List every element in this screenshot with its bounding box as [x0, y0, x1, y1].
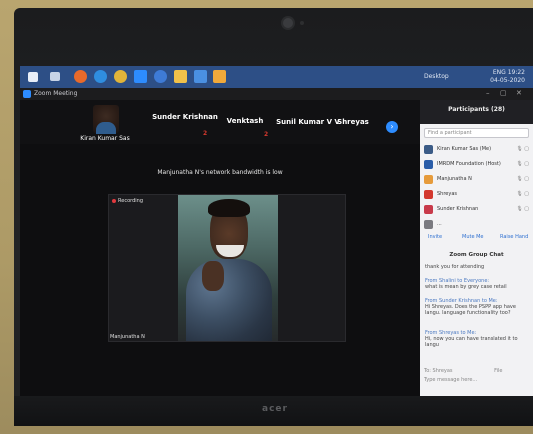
recording-label: Recording: [118, 198, 144, 204]
speaker-hair: [208, 199, 250, 217]
speaker-name: Manjunatha N: [110, 334, 145, 340]
participant-name: IMRDM Foundation (Host): [437, 161, 501, 167]
chat-message: From Shreyas to Me: Hi, now you can have…: [425, 330, 529, 348]
laptop-brand-logo: acer: [262, 404, 288, 414]
participant-thumb[interactable]: Shreyas: [328, 100, 378, 144]
chat-text: Hi, now you can have translated it to la…: [425, 336, 518, 348]
file-button[interactable]: File: [494, 368, 502, 374]
maximize-icon[interactable]: ▢: [500, 89, 507, 97]
participant-name: Sunder Krishnan: [437, 206, 479, 212]
close-icon[interactable]: ✕: [516, 89, 522, 97]
clock-date: 04-05-2020: [490, 77, 525, 84]
thumb-name: Kiran Kumar Sas: [80, 135, 130, 142]
mic-video-icons[interactable]: 🎙 ▢: [516, 206, 529, 212]
avatar: [424, 190, 433, 199]
participant-thumb[interactable]: Kiran Kumar Sas: [60, 100, 150, 144]
chat-recipient-select[interactable]: To: Shreyas: [424, 368, 453, 374]
avatar: [424, 145, 433, 154]
speaker-shirt: [186, 259, 272, 341]
chat-message: thank you for attending: [425, 264, 529, 270]
gallery-strip: Kiran Kumar Sas Sunder Krishnan 2 Venkta…: [20, 100, 420, 144]
photo-background: Desktop ENG 19:22 04-05-2020 Zoom Meetin…: [0, 0, 533, 434]
participant-row[interactable]: Shreyas 🎙 ▢: [424, 189, 529, 201]
participant-video-shirt: [96, 122, 116, 134]
chat-input-area[interactable]: To: Shreyas File Type message here...: [424, 368, 529, 383]
mic-video-icons[interactable]: 🎙 ▢: [516, 146, 529, 152]
participant-row[interactable]: IMRDM Foundation (Host) 🎙 ▢: [424, 159, 529, 171]
chat-message: From Shalini to Everyone: what is mean b…: [425, 278, 529, 290]
sticky-notes-icon[interactable]: [213, 70, 226, 83]
minimize-icon[interactable]: –: [486, 89, 490, 97]
zoom-logo-icon: [23, 90, 31, 98]
speaker-hand: [202, 261, 224, 291]
participant-name: Manjunatha N: [437, 176, 472, 182]
avatar: [424, 220, 433, 229]
raise-hand-button[interactable]: Raise Hand: [500, 234, 528, 240]
chat-message: From Sunder Krishnan to Me: Hi Shreyas. …: [425, 298, 529, 316]
participant-row[interactable]: Kiran Kumar Sas (Me) 🎙 ▢: [424, 144, 529, 156]
edge-icon[interactable]: [94, 70, 107, 83]
clock-time: 19:22: [507, 69, 525, 76]
desktop-toolbar-label[interactable]: Desktop: [424, 73, 449, 80]
chat-text: thank you for attending: [425, 264, 485, 270]
participant-name: Kiran Kumar Sas (Me): [437, 146, 492, 152]
chat-message-input[interactable]: Type message here...: [424, 377, 529, 383]
chat-text: Hi Shreyas. Does the PSPP app have langu…: [425, 304, 516, 316]
avatar: [424, 205, 433, 214]
window-title: Zoom Meeting: [34, 90, 78, 97]
thumb-name: Shreyas: [337, 118, 369, 126]
mute-me-button[interactable]: Mute Me: [462, 234, 484, 240]
avatar: [424, 160, 433, 169]
chrome-icon[interactable]: [114, 70, 127, 83]
participant-name: ...: [437, 221, 442, 227]
language-indicator[interactable]: ENG: [493, 69, 506, 76]
laptop-screen: Desktop ENG 19:22 04-05-2020 Zoom Meetin…: [20, 66, 533, 396]
windows-start-icon[interactable]: [28, 72, 38, 82]
invite-button[interactable]: Invite: [428, 234, 442, 240]
system-clock[interactable]: ENG 19:22 04-05-2020: [490, 69, 525, 85]
file-explorer-icon[interactable]: [174, 70, 187, 83]
chat-title: Zoom Group Chat: [449, 252, 504, 258]
browser-icon[interactable]: [154, 70, 167, 83]
zoom-taskbar-icon[interactable]: [134, 70, 147, 83]
zoom-titlebar: Zoom Meeting – ▢ ✕: [20, 88, 533, 100]
mic-video-icons[interactable]: 🎙 ▢: [516, 191, 529, 197]
speaker-video: [178, 195, 278, 341]
panel-actions: Invite Mute Me Raise Hand: [420, 234, 533, 244]
next-page-button[interactable]: ›: [386, 121, 398, 133]
participant-name: Shreyas: [437, 191, 457, 197]
mic-video-icons[interactable]: 🎙 ▢: [516, 176, 529, 182]
chat-text: what is mean by grey case retail: [425, 284, 507, 290]
store-icon[interactable]: [194, 70, 207, 83]
webcam-light: [300, 21, 304, 25]
mic-video-icons[interactable]: 🎙 ▢: [516, 161, 529, 167]
panel-title: Participants (28): [448, 106, 505, 113]
participant-row[interactable]: Sunder Krishnan 🎙 ▢: [424, 204, 529, 216]
webcam: [283, 18, 293, 28]
participant-search-input[interactable]: Find a participant: [424, 128, 529, 138]
windows-taskbar: Desktop ENG 19:22 04-05-2020: [20, 66, 533, 88]
muted-indicator: 2: [203, 130, 208, 137]
recording-indicator: Recording: [112, 198, 143, 204]
task-view-icon[interactable]: [50, 72, 60, 81]
firefox-icon[interactable]: [74, 70, 87, 83]
participant-row[interactable]: ...: [424, 219, 529, 231]
participant-row[interactable]: Manjunatha N 🎙 ▢: [424, 174, 529, 186]
avatar: [424, 175, 433, 184]
bandwidth-notice: Manjunatha N's network bandwidth is low: [157, 169, 283, 176]
record-dot-icon: [112, 198, 116, 203]
